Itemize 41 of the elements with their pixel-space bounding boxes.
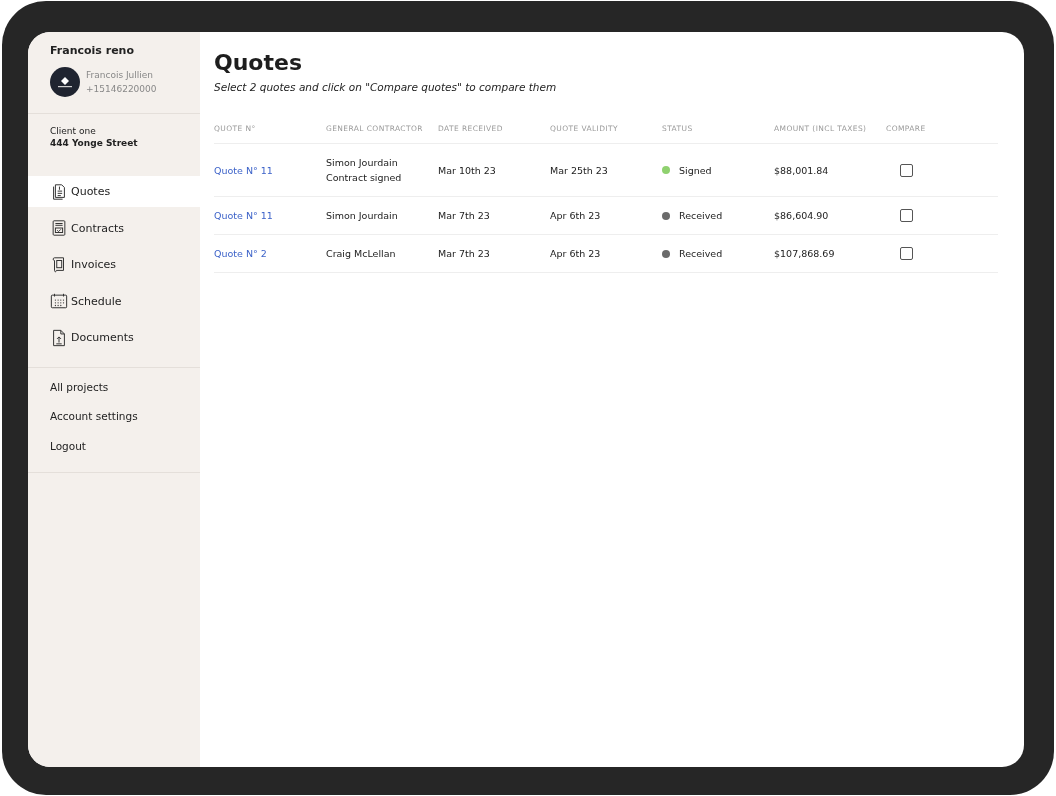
contract-check-icon (50, 219, 68, 237)
sidebar-link[interactable]: All projects (50, 377, 200, 408)
document-upload-icon (50, 328, 68, 347)
nav-item[interactable]: Documents (28, 322, 200, 353)
client-label: Client one (50, 126, 97, 136)
table-cell: Mar 7th 23 (438, 210, 490, 221)
status-text: Signed (679, 163, 712, 178)
sidebar-link[interactable]: Account settings (50, 407, 200, 437)
instruction-text: Select 2 quotes and click on "Compare quotes" to compare them (214, 81, 558, 93)
quote-link[interactable]: Quote N° 11 (214, 210, 273, 221)
table-cell: $107,868.69 (774, 248, 835, 259)
compare-checkbox[interactable] (900, 163, 913, 177)
table-cell-text: Simon Jourdain (326, 209, 399, 223)
nav-item[interactable]: Invoices (28, 249, 200, 280)
status-text: Received (679, 247, 723, 261)
table-cell: $88,001.84 (774, 164, 829, 176)
quote-link[interactable]: Quote N° 11 (214, 164, 273, 176)
status-text: Received (679, 209, 723, 223)
table-cell: Apr 6th 23 (550, 248, 601, 259)
table-cell: Mar 10th 23 (438, 164, 496, 176)
table-cell-text: Craig McLellan (326, 247, 397, 261)
table-cell: Mar 7th 23 (438, 248, 490, 259)
table-cell: $86,604.90 (774, 210, 829, 221)
avatar-icon (50, 67, 80, 97)
sidebar-link[interactable]: Logout (50, 436, 200, 467)
nav-item[interactable]: Contracts (28, 212, 200, 244)
client-address: 444 Yonge Street (50, 138, 139, 148)
nav-item[interactable]: Schedule (28, 285, 200, 317)
calendar-icon (50, 292, 68, 310)
nav-item[interactable]: Quotes (28, 176, 200, 207)
table-cell: Mar 25th 23 (550, 164, 608, 176)
page-title: Quotes (214, 50, 303, 75)
table-cell-text: Simon Jourdain Contract signed (326, 156, 403, 185)
user-phone: +15146220000 (86, 83, 157, 96)
compare-checkbox[interactable] (900, 247, 913, 260)
compare-checkbox[interactable] (900, 209, 913, 222)
quote-link[interactable]: Quote N° 2 (214, 248, 267, 259)
user-name: Francois Jullien (86, 69, 155, 82)
company-name: Francois reno (50, 44, 135, 57)
document-stack-icon (50, 182, 68, 201)
table-cell: Apr 6th 23 (550, 210, 601, 221)
